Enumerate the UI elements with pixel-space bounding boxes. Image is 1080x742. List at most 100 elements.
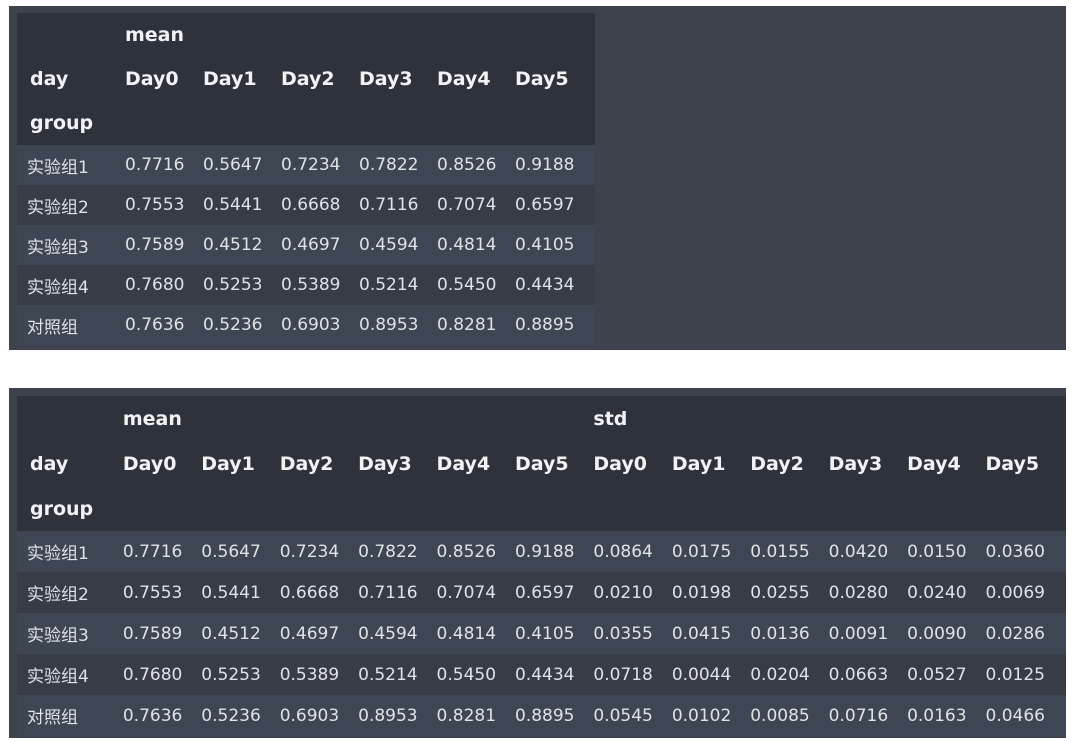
table-cell: 0.5253 <box>203 275 263 295</box>
table-cell: 0.7589 <box>122 623 183 644</box>
table-cell: 0.0255 <box>750 582 810 603</box>
table-row: 实验组4 0.7680 0.5253 0.5389 0.5214 0.5450 0.4434 <box>17 265 595 305</box>
header-row-top: mean std <box>17 396 1066 441</box>
table-cell: 0.8895 <box>514 705 575 726</box>
table-cell: 0.7234 <box>279 541 340 562</box>
header-row-columns: day Day0 Day1 Day2 Day3 Day4 Day5 Day0 Day1 Day2… <box>17 441 1066 486</box>
table-cell: 0.5389 <box>279 664 340 685</box>
table-cell: 0.0090 <box>907 623 967 644</box>
row-label: 实验组3 <box>27 237 89 258</box>
table-cell: 0.4594 <box>359 235 419 255</box>
table-cell: 0.7636 <box>122 705 183 726</box>
header-corner-cell <box>17 396 115 441</box>
table-cell: 0.5647 <box>203 155 263 175</box>
table-cell: 0.0355 <box>593 623 653 644</box>
table-cell: 0.0415 <box>671 623 732 644</box>
column-header: Day0 <box>585 441 664 486</box>
column-header: Day2 <box>742 441 821 486</box>
row-label: 对照组 <box>27 317 78 338</box>
row-label: 实验组1 <box>27 157 89 178</box>
table-cell: 0.6597 <box>514 582 575 603</box>
table-cell: 0.0204 <box>750 664 810 685</box>
table-cell: 0.7716 <box>125 155 185 175</box>
header-row-top: mean <box>17 13 595 57</box>
table-cell: 0.7680 <box>122 664 183 685</box>
table-cell: 0.8953 <box>359 315 419 335</box>
table-cell: 0.7116 <box>358 582 418 603</box>
column-header: Day5 <box>506 441 586 486</box>
header-mean: mean <box>114 396 586 441</box>
table-cell: 0.7636 <box>125 315 185 335</box>
table-row: 实验组3 0.7589 0.4512 0.4697 0.4594 0.4814 0.4105… <box>17 613 1066 654</box>
table-cell: 0.4814 <box>436 623 497 644</box>
table-cell: 0.5236 <box>203 315 263 335</box>
column-header: Day5 <box>507 57 595 101</box>
table-cell: 0.7822 <box>358 541 418 562</box>
table-cell: 0.0069 <box>985 582 1045 603</box>
header-row-index-name: group <box>17 486 115 531</box>
table-cell: 0.7074 <box>436 582 497 603</box>
table-cell: 0.8526 <box>436 541 497 562</box>
table-cell: 0.5253 <box>201 664 261 685</box>
table-cell: 0.6597 <box>515 195 575 215</box>
header-std: std <box>585 396 1066 441</box>
column-header: Day5 <box>977 441 1066 486</box>
table-cell: 0.8953 <box>358 705 418 726</box>
header-row-index: group <box>17 101 595 145</box>
table-row: 实验组2 0.7553 0.5441 0.6668 0.7116 0.7074 0.6597 <box>17 185 595 225</box>
row-label: 实验组4 <box>27 277 89 298</box>
table-cell: 0.5441 <box>201 582 261 603</box>
table-cell: 0.6668 <box>281 195 341 215</box>
table-cell: 0.7116 <box>359 195 419 215</box>
table-cell: 0.0280 <box>828 582 889 603</box>
row-label: 实验组4 <box>27 667 89 687</box>
table-cell: 0.8895 <box>515 315 575 335</box>
table-cell: 0.5450 <box>436 664 497 685</box>
table-cell: 0.0286 <box>985 623 1045 644</box>
table-cell: 0.5236 <box>201 705 261 726</box>
table-cell: 0.7553 <box>122 582 183 603</box>
table-cell: 0.0175 <box>671 541 732 562</box>
table-cell: 0.4697 <box>281 235 341 255</box>
table-cell: 0.4434 <box>514 664 575 685</box>
table-cell: 0.7680 <box>125 275 185 295</box>
table-cell: 0.4512 <box>203 235 263 255</box>
table-cell: 0.0085 <box>750 705 810 726</box>
table-cell: 0.0044 <box>671 664 732 685</box>
table-cell: 0.5389 <box>281 275 341 295</box>
header-mean: mean <box>117 13 595 57</box>
table-cell: 0.4697 <box>279 623 340 644</box>
table-cell: 0.0155 <box>750 541 810 562</box>
table-cell: 0.9188 <box>514 541 575 562</box>
table-cell: 0.0125 <box>985 664 1045 685</box>
column-header: Day0 <box>114 441 194 486</box>
row-label: 实验组2 <box>27 585 89 605</box>
table-row: 实验组1 0.7716 0.5647 0.7234 0.7822 0.8526 0.9188 <box>17 145 595 185</box>
table-row: 对照组 0.7636 0.5236 0.6903 0.8953 0.8281 0.8895 <box>17 305 595 345</box>
row-label: 实验组2 <box>27 197 89 218</box>
row-label: 实验组1 <box>27 544 89 564</box>
column-header: Day2 <box>273 57 351 101</box>
dataframe-table-mean: mean day Day0 Day1 Day2 Day3 Day4 Day5 g… <box>17 13 595 345</box>
table-cell: 0.8526 <box>437 155 497 175</box>
header-row-columns: day Day0 Day1 Day2 Day3 Day4 Day5 <box>17 57 595 101</box>
table-cell: 0.0466 <box>985 705 1045 726</box>
table-cell: 0.9188 <box>515 155 575 175</box>
row-label: 对照组 <box>27 708 78 728</box>
table-row: 对照组 0.7636 0.5236 0.6903 0.8953 0.8281 0.8895 0… <box>17 695 1066 736</box>
table-cell: 0.0527 <box>907 664 967 685</box>
table-cell: 0.7553 <box>125 195 185 215</box>
column-header: Day3 <box>350 441 429 486</box>
table-cell: 0.0240 <box>907 582 967 603</box>
table-cell: 0.7074 <box>437 195 497 215</box>
table-cell: 0.4105 <box>515 235 575 255</box>
header-empty <box>114 486 1066 531</box>
table-cell: 0.0864 <box>593 541 653 562</box>
table-cell: 0.7589 <box>125 235 185 255</box>
output-panel-mean: mean day Day0 Day1 Day2 Day3 Day4 Day5 g… <box>9 6 1066 350</box>
column-header: Day3 <box>820 441 900 486</box>
table-cell: 0.6903 <box>279 705 340 726</box>
table-cell: 0.5214 <box>358 664 418 685</box>
table-cell: 0.5647 <box>201 541 261 562</box>
table-cell: 0.6903 <box>281 315 341 335</box>
